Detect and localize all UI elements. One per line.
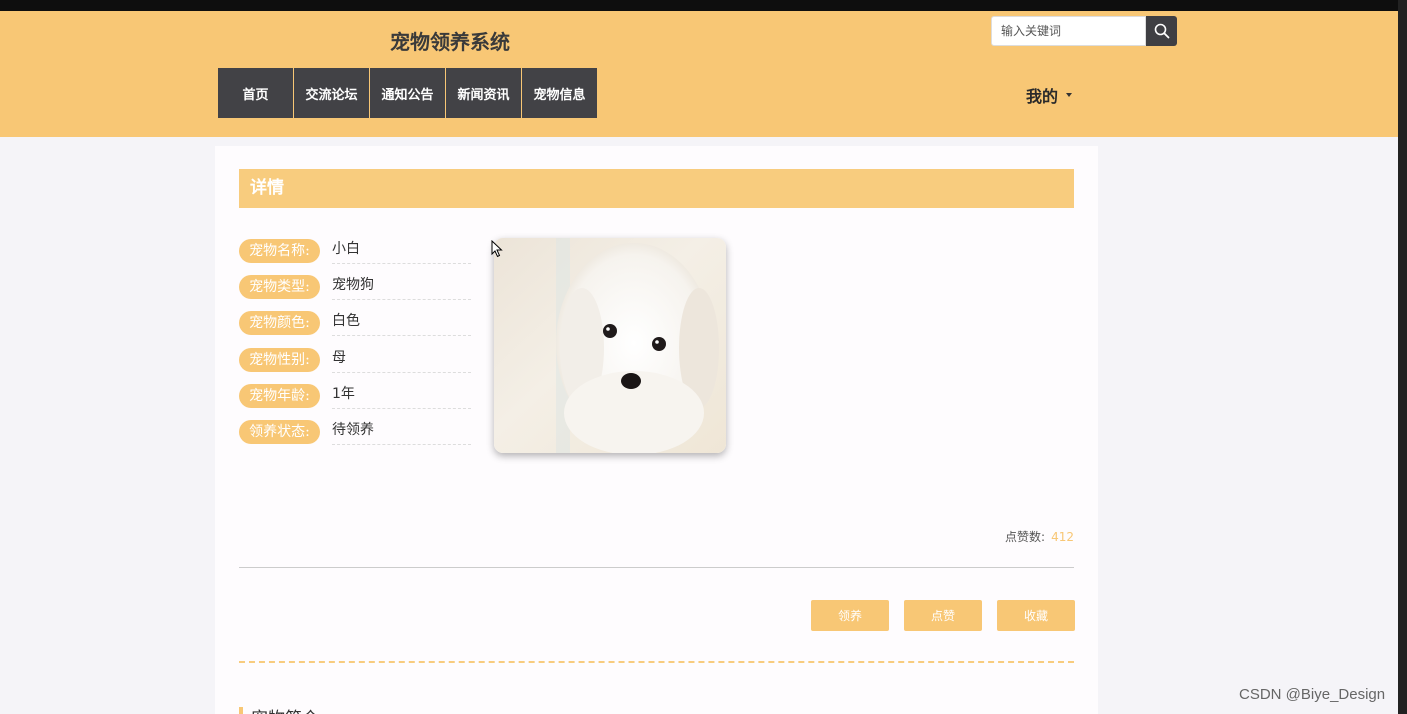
- field-pet-name: 宠物名称: 小白: [239, 238, 471, 264]
- likes-count: 412: [1051, 530, 1074, 544]
- nav-home[interactable]: 首页: [218, 68, 293, 118]
- field-value: 小白: [332, 238, 471, 264]
- nav-pet-info[interactable]: 宠物信息: [522, 68, 597, 118]
- user-menu[interactable]: 我的: [1026, 83, 1073, 107]
- search-input[interactable]: [991, 16, 1146, 46]
- nav-news[interactable]: 新闻资讯: [446, 68, 521, 118]
- watermark: CSDN @Biye_Design: [1239, 686, 1386, 703]
- intro-title-marker: [239, 707, 243, 714]
- field-label: 宠物颜色:: [239, 311, 320, 335]
- field-value: 宠物狗: [332, 274, 471, 300]
- site-title: 宠物领养系统: [390, 30, 510, 54]
- nav-notice[interactable]: 通知公告: [370, 68, 445, 118]
- section-title: 详情: [239, 169, 1074, 208]
- pet-photo: [494, 238, 726, 453]
- window-right-strip: [1398, 0, 1407, 714]
- field-pet-gender: 宠物性别: 母: [239, 347, 471, 373]
- field-pet-age: 宠物年龄: 1年: [239, 383, 471, 409]
- field-value: 母: [332, 347, 471, 373]
- field-value: 白色: [332, 310, 471, 336]
- field-pet-color: 宠物颜色: 白色: [239, 310, 471, 336]
- window-top-strip: [0, 0, 1407, 11]
- like-button[interactable]: 点赞: [904, 600, 982, 631]
- intro-title: 宠物简介: [251, 704, 319, 714]
- detail-panel: 详情 宠物名称: 小白 宠物类型: 宠物狗 宠物颜色: 白色 宠物性别: 母 宠…: [215, 146, 1098, 714]
- field-pet-type: 宠物类型: 宠物狗: [239, 274, 471, 300]
- dashed-divider: [239, 661, 1074, 663]
- caret-down-icon: [1066, 93, 1073, 97]
- field-value: 1年: [332, 383, 471, 409]
- field-label: 领养状态:: [239, 420, 320, 444]
- search-icon: [1154, 23, 1169, 39]
- adopt-button[interactable]: 领养: [811, 600, 889, 631]
- field-label: 宠物类型:: [239, 275, 320, 299]
- likes-counter: 点赞数: 412: [1005, 528, 1074, 545]
- field-label: 宠物名称:: [239, 239, 320, 263]
- search-button[interactable]: [1146, 16, 1177, 46]
- favorite-button[interactable]: 收藏: [997, 600, 1075, 631]
- divider: [239, 567, 1074, 568]
- likes-label: 点赞数:: [1005, 530, 1046, 544]
- field-value: 待领养: [332, 419, 471, 445]
- user-menu-label: 我的: [1026, 87, 1059, 106]
- field-label: 宠物年龄:: [239, 384, 320, 408]
- field-adopt-status: 领养状态: 待领养: [239, 419, 471, 445]
- main-nav: 首页 交流论坛 通知公告 新闻资讯 宠物信息: [218, 68, 598, 118]
- nav-forum[interactable]: 交流论坛: [294, 68, 369, 118]
- field-label: 宠物性别:: [239, 348, 320, 372]
- site-header: 宠物领养系统 首页 交流论坛 通知公告 新闻资讯 宠物信息 我的: [0, 11, 1398, 137]
- mouse-cursor-icon: [491, 240, 503, 258]
